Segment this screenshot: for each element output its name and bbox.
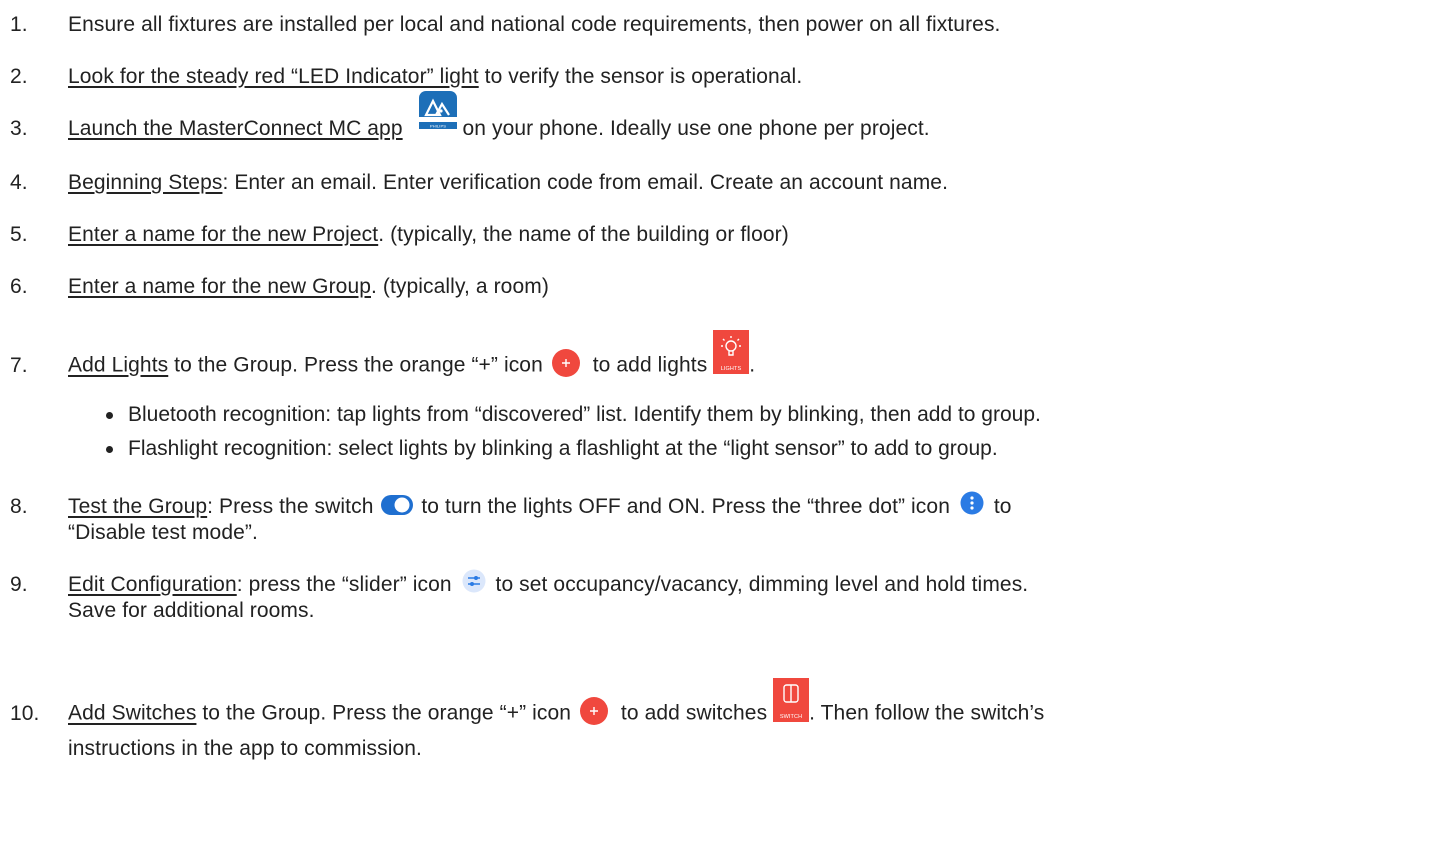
svg-text:SWITCH: SWITCH bbox=[780, 714, 802, 720]
step-text: to bbox=[987, 495, 1012, 518]
step-6: 6. Enter a name for the new Group. (typic… bbox=[10, 274, 1430, 300]
step-text: to set occupancy/vacancy, dimming level … bbox=[489, 573, 1029, 596]
step-number: 1. bbox=[10, 13, 28, 36]
svg-text:LIGHTS: LIGHTS bbox=[721, 366, 742, 372]
step-text: . (typically, the name of the building o… bbox=[378, 223, 789, 246]
bullet-list: Bluetooth recognition: tap lights from “… bbox=[106, 402, 1428, 462]
step-text: : Press the switch bbox=[207, 495, 380, 518]
bullet-icon bbox=[106, 446, 113, 453]
step-text: . (typically, a room) bbox=[371, 275, 549, 298]
list-item: Flashlight recognition: select lights by… bbox=[106, 436, 1428, 462]
step-number: 2. bbox=[10, 65, 28, 88]
step-text: to the Group. Press the orange “+” icon bbox=[168, 353, 549, 377]
bullet-icon bbox=[106, 412, 113, 419]
step-link[interactable]: Enter a name for the new Group bbox=[68, 275, 371, 298]
step-number: 4. bbox=[10, 171, 28, 194]
step-text: to add lights bbox=[586, 353, 714, 377]
step-link[interactable]: Enter a name for the new Project bbox=[68, 223, 378, 246]
step-3: 3. Launch the MasterConnect MC app PHILIP… bbox=[10, 91, 1430, 142]
step-text: to verify the sensor is operational. bbox=[478, 65, 803, 88]
step-2: 2. Look for the steady red “LED Indicator… bbox=[10, 64, 1430, 90]
orange-plus-icon bbox=[579, 696, 609, 726]
step-text: to add switches bbox=[615, 701, 774, 725]
step-number: 10. bbox=[10, 701, 40, 725]
step-text: . Then follow the switch’s bbox=[809, 701, 1045, 725]
three-dot-icon bbox=[960, 491, 984, 515]
slider-icon bbox=[462, 569, 486, 593]
step-text: to turn the lights OFF and ON. Press the… bbox=[415, 495, 956, 518]
step-5: 5. Enter a name for the new Project. (typ… bbox=[10, 222, 1430, 248]
step-link[interactable]: Launch the MasterConnect MC app bbox=[68, 117, 403, 140]
step-number: 8. bbox=[10, 495, 28, 518]
step-text: : Enter an email. Enter verification cod… bbox=[222, 171, 948, 194]
step-number: 7. bbox=[10, 353, 28, 377]
step-text: on your phone. Ideally use one phone per… bbox=[456, 117, 930, 140]
step-7: 7. Add Lights to the Group. Press the ora… bbox=[10, 330, 1430, 388]
step-text: Ensure all fixtures are installed per lo… bbox=[68, 13, 1001, 36]
masterconnect-app-icon: PHILIPS bbox=[418, 91, 457, 130]
step-link[interactable]: Add Lights bbox=[68, 354, 168, 377]
step-1: 1. Ensure all fixtures are installed per … bbox=[10, 12, 1430, 38]
step-text: to the Group. Press the orange “+” icon bbox=[196, 701, 577, 725]
lights-icon: LIGHTS bbox=[713, 330, 750, 374]
step-9: 9. Edit Configuration: press the “slider”… bbox=[10, 569, 1430, 624]
step-text-continued: “Disable test mode”. bbox=[68, 521, 258, 544]
step-8: 8. Test the Group: Press the switch to tu… bbox=[10, 491, 1430, 546]
step-text: . bbox=[749, 353, 756, 377]
step-link[interactable]: Edit Configuration bbox=[68, 573, 237, 596]
step-number: 6. bbox=[10, 275, 28, 298]
svg-text:PHILIPS: PHILIPS bbox=[430, 124, 446, 129]
step-number: 5. bbox=[10, 223, 28, 246]
step-text-continued: Save for additional rooms. bbox=[68, 599, 315, 622]
step-text-continued: instructions in the app to commission. bbox=[68, 737, 422, 760]
step-link[interactable]: Add Switches bbox=[68, 702, 196, 725]
step-10: 10. Add Switches to the Group. Press the … bbox=[10, 678, 1430, 762]
step-text: : press the “slider” icon bbox=[236, 573, 458, 596]
step-4: 4. Beginning Steps: Enter an email. Enter… bbox=[10, 170, 1430, 196]
switch-icon: SWITCH bbox=[773, 678, 810, 722]
toggle-switch-icon bbox=[381, 494, 414, 516]
list-item: Bluetooth recognition: tap lights from “… bbox=[106, 402, 1428, 428]
step-number: 3. bbox=[10, 117, 28, 140]
step-link[interactable]: Look for the steady red “LED Indicator” … bbox=[68, 65, 479, 88]
step-number: 9. bbox=[10, 573, 28, 596]
step-link[interactable]: Beginning Steps bbox=[68, 171, 222, 194]
orange-plus-icon bbox=[551, 348, 581, 378]
step-link[interactable]: Test the Group bbox=[68, 495, 207, 518]
